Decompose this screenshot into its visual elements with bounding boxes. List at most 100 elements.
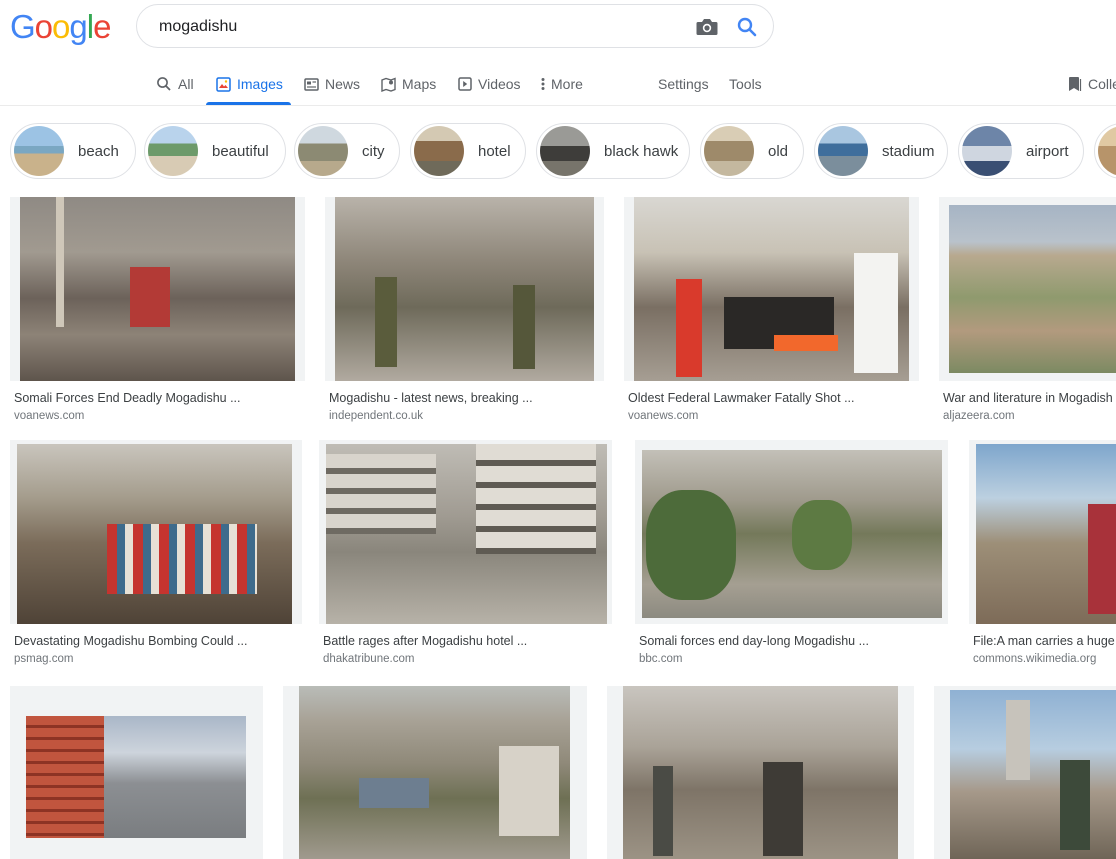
search-tabs: All Images News Maps Videos More Setting… bbox=[0, 60, 1116, 106]
tree bbox=[646, 490, 736, 600]
result-thumbnail bbox=[17, 444, 292, 624]
chip-label: beach bbox=[78, 142, 119, 160]
chip-thumbnail bbox=[14, 126, 64, 176]
logo-letter: g bbox=[69, 8, 87, 45]
result-source: voanews.com bbox=[14, 410, 85, 422]
tab-label: Maps bbox=[402, 76, 437, 92]
tab-more[interactable]: More bbox=[541, 74, 583, 94]
rooftop bbox=[359, 778, 429, 808]
chip-black-hawk[interactable]: black hawk bbox=[536, 123, 690, 179]
chip-beach[interactable]: beach bbox=[10, 123, 136, 179]
tab-images[interactable]: Images bbox=[216, 74, 283, 94]
chip-thumbnail bbox=[148, 126, 198, 176]
result-frame bbox=[969, 440, 1116, 624]
chip-label: old bbox=[768, 142, 789, 160]
man-carrying bbox=[1088, 504, 1116, 614]
chip-thumbnail bbox=[704, 126, 754, 176]
vehicle bbox=[130, 267, 170, 327]
tower bbox=[1006, 700, 1030, 780]
chip-label: airport bbox=[1026, 142, 1069, 160]
tab-label: Colle bbox=[1088, 76, 1116, 92]
tab-label: Images bbox=[237, 76, 283, 92]
building bbox=[499, 746, 559, 836]
chip-stadium[interactable]: stadium bbox=[814, 123, 948, 179]
chip-label: black hawk bbox=[604, 142, 679, 160]
result-title: Mogadishu - latest news, breaking ... bbox=[329, 391, 533, 405]
pole bbox=[56, 197, 64, 327]
chip-label: beautiful bbox=[212, 142, 269, 160]
tab-label: More bbox=[551, 76, 583, 92]
result-frame bbox=[939, 197, 1116, 381]
tab-label: Videos bbox=[478, 76, 521, 92]
chip-thumbnail bbox=[818, 126, 868, 176]
rescuer bbox=[676, 279, 702, 377]
result-source: independent.co.uk bbox=[329, 410, 423, 422]
camera-icon[interactable] bbox=[695, 16, 719, 38]
chip-label: hotel bbox=[478, 142, 511, 160]
result-thumbnail bbox=[949, 205, 1116, 373]
tabs-divider bbox=[0, 105, 1116, 106]
result-frame bbox=[10, 686, 263, 859]
tab-label: Settings bbox=[658, 76, 709, 92]
soldier bbox=[513, 285, 535, 369]
tree bbox=[792, 500, 852, 570]
logo-letter: e bbox=[93, 8, 111, 45]
logo-letter: o bbox=[34, 8, 53, 45]
result-frame bbox=[934, 686, 1116, 859]
man-in-white bbox=[854, 253, 898, 373]
tab-videos[interactable]: Videos bbox=[458, 74, 521, 94]
result-frame bbox=[10, 440, 302, 624]
result-thumbnail bbox=[335, 197, 594, 381]
settings-link[interactable]: Settings bbox=[658, 74, 709, 94]
chip-label: stadium bbox=[882, 142, 935, 160]
result-source: aljazeera.com bbox=[943, 410, 1015, 422]
chip-beautiful[interactable]: beautiful bbox=[144, 123, 286, 179]
result-title: War and literature in Mogadish bbox=[943, 391, 1113, 405]
google-logo[interactable]: Google bbox=[10, 8, 111, 46]
image-icon bbox=[216, 76, 231, 92]
ruined-building bbox=[326, 454, 436, 534]
map-icon bbox=[381, 76, 396, 92]
result-thumbnail bbox=[623, 686, 898, 859]
chip-old[interactable]: old bbox=[700, 123, 804, 179]
video-icon bbox=[458, 77, 472, 91]
chip-airport[interactable]: airport bbox=[958, 123, 1084, 179]
stretcher-base bbox=[774, 335, 838, 351]
result-source: bbc.com bbox=[639, 653, 683, 665]
result-frame bbox=[10, 197, 305, 381]
chip-thumbnail bbox=[298, 126, 348, 176]
chip-city[interactable]: city bbox=[294, 123, 400, 179]
result-frame bbox=[607, 686, 914, 859]
result-title: Somali forces end day-long Mogadishu ... bbox=[639, 634, 869, 648]
tab-news[interactable]: News bbox=[304, 74, 360, 94]
result-thumbnail bbox=[976, 444, 1116, 624]
result-thumbnail bbox=[642, 450, 942, 618]
chip-more[interactable] bbox=[1094, 123, 1116, 179]
logo-letter: o bbox=[52, 8, 70, 45]
tab-all[interactable]: All bbox=[156, 74, 194, 94]
collections-link[interactable]: Colle bbox=[1068, 74, 1116, 94]
tab-label: Tools bbox=[729, 76, 762, 92]
tools-link[interactable]: Tools bbox=[729, 74, 762, 94]
search-input[interactable] bbox=[157, 15, 681, 39]
logo-letter: G bbox=[10, 8, 36, 45]
bookmark-icon bbox=[1069, 77, 1082, 91]
ruined-building bbox=[476, 444, 596, 554]
person bbox=[763, 762, 803, 856]
result-frame bbox=[319, 440, 612, 624]
tab-label: All bbox=[178, 76, 194, 92]
person bbox=[653, 766, 673, 856]
result-source: voanews.com bbox=[628, 410, 699, 422]
result-frame bbox=[325, 197, 604, 381]
result-title: Somali Forces End Deadly Mogadishu ... bbox=[14, 391, 241, 405]
chip-thumbnail bbox=[540, 126, 590, 176]
chip-thumbnail bbox=[414, 126, 464, 176]
search-icon[interactable] bbox=[735, 15, 759, 39]
result-source: commons.wikimedia.org bbox=[973, 653, 1097, 665]
tab-maps[interactable]: Maps bbox=[381, 74, 436, 94]
search-icon bbox=[157, 77, 171, 91]
result-title: Devastating Mogadishu Bombing Could ... bbox=[14, 634, 248, 648]
result-frame bbox=[624, 197, 919, 381]
more-vertical-icon bbox=[541, 78, 545, 90]
chip-hotel[interactable]: hotel bbox=[410, 123, 526, 179]
